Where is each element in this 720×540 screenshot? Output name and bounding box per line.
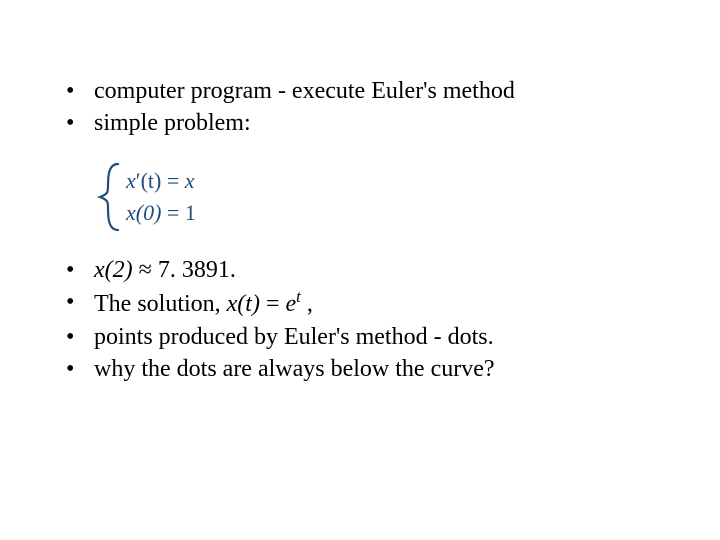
bullet-icon: •: [60, 75, 94, 107]
list-item: • why the dots are always below the curv…: [60, 353, 660, 385]
bottom-bullet-list: • x(2) ≈ 7. 3891. • The solution, x(t) =…: [60, 254, 660, 386]
list-item: • The solution, x(t) = et ,: [60, 286, 660, 320]
slide-body: • computer program - execute Euler's met…: [0, 0, 720, 540]
equation-text-group: x′(t) = x x(0) = 1: [125, 168, 196, 225]
eq-line2: x(0) = 1: [125, 200, 196, 225]
list-item: • simple problem:: [60, 107, 660, 139]
left-brace-icon: [100, 164, 118, 230]
eq-line1: x′(t) = x: [125, 168, 195, 193]
bullet-text: points produced by Euler's method - dots…: [94, 321, 660, 353]
bullet-icon: •: [60, 321, 94, 353]
bullet-text: simple problem:: [94, 107, 660, 139]
bullet-text: x(2) ≈ 7. 3891.: [94, 254, 660, 286]
bullet-text: computer program - execute Euler's metho…: [94, 75, 660, 107]
bullet-icon: •: [60, 107, 94, 139]
bullet-icon: •: [60, 254, 94, 286]
bullet-text: The solution, x(t) = et ,: [94, 286, 660, 320]
bullet-text: why the dots are always below the curve?: [94, 353, 660, 385]
list-item: • points produced by Euler's method - do…: [60, 321, 660, 353]
bullet-icon: •: [60, 353, 94, 385]
equation-system: x′(t) = x x(0) = 1: [94, 158, 660, 236]
list-item: • computer program - execute Euler's met…: [60, 75, 660, 107]
bullet-icon: •: [60, 286, 94, 318]
brace-equation-svg: x′(t) = x x(0) = 1: [94, 158, 264, 236]
list-item: • x(2) ≈ 7. 3891.: [60, 254, 660, 286]
top-bullet-list: • computer program - execute Euler's met…: [60, 75, 660, 140]
